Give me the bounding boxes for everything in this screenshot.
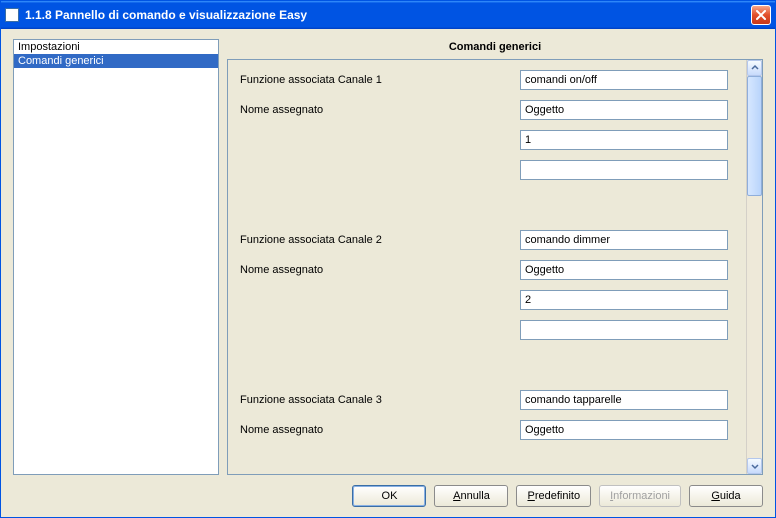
param-field[interactable]: [520, 160, 728, 180]
scroll-down-button[interactable]: [747, 458, 762, 474]
param-label: Nome assegnato: [240, 104, 520, 116]
param-field[interactable]: 1: [520, 130, 728, 150]
client-area: ImpostazioniComandi generici Comandi gen…: [1, 29, 775, 517]
default-button[interactable]: Predefinito: [516, 485, 591, 507]
scroll-up-button[interactable]: [747, 60, 762, 76]
param-field[interactable]: Oggetto: [520, 260, 728, 280]
chevron-down-icon: [751, 462, 759, 470]
param-field[interactable]: 2: [520, 290, 728, 310]
sidebar-item[interactable]: Impostazioni: [14, 40, 218, 54]
cancel-button[interactable]: Annulla: [434, 485, 508, 507]
param-field[interactable]: [520, 320, 728, 340]
param-label: Nome assegnato: [240, 424, 520, 436]
close-button[interactable]: [751, 5, 771, 25]
info-button: Informazioni: [599, 485, 681, 507]
param-field[interactable]: comandi on/off: [520, 70, 728, 90]
chevron-up-icon: [751, 64, 759, 72]
work-area: ImpostazioniComandi generici Comandi gen…: [13, 39, 763, 475]
row-gap: [240, 350, 738, 380]
titlebar: 1.1.8 Pannello di comando e visualizzazi…: [1, 1, 775, 29]
param-label: Funzione associata Canale 2: [240, 234, 520, 246]
panel-heading: Comandi generici: [227, 39, 763, 59]
row-gap: [240, 190, 738, 220]
param-label: Nome assegnato: [240, 264, 520, 276]
app-icon: [5, 8, 19, 22]
dialog-window: 1.1.8 Pannello di comando e visualizzazi…: [0, 0, 776, 518]
sidebar: ImpostazioniComandi generici: [13, 39, 219, 475]
button-bar: OK Annulla Predefinito Informazioni Guid…: [13, 475, 763, 507]
parameter-scrollbox: Funzione associata Canale 1comandi on/of…: [227, 59, 763, 475]
param-field[interactable]: Oggetto: [520, 420, 728, 440]
help-button[interactable]: Guida: [689, 485, 763, 507]
window-title: 1.1.8 Pannello di comando e visualizzazi…: [25, 8, 751, 22]
param-field[interactable]: comando dimmer: [520, 230, 728, 250]
scroll-thumb[interactable]: [747, 76, 762, 196]
param-label: Funzione associata Canale 3: [240, 394, 520, 406]
param-label: Funzione associata Canale 1: [240, 74, 520, 86]
parameter-content: Funzione associata Canale 1comandi on/of…: [228, 60, 746, 474]
vertical-scrollbar[interactable]: [746, 60, 762, 474]
param-field[interactable]: Oggetto: [520, 100, 728, 120]
param-field[interactable]: comando tapparelle: [520, 390, 728, 410]
close-icon: [756, 10, 766, 20]
parameter-grid: Funzione associata Canale 1comandi on/of…: [240, 70, 738, 440]
scroll-track[interactable]: [747, 76, 762, 458]
sidebar-item[interactable]: Comandi generici: [14, 54, 218, 68]
main-panel: Comandi generici Funzione associata Cana…: [227, 39, 763, 475]
ok-button[interactable]: OK: [352, 485, 426, 507]
